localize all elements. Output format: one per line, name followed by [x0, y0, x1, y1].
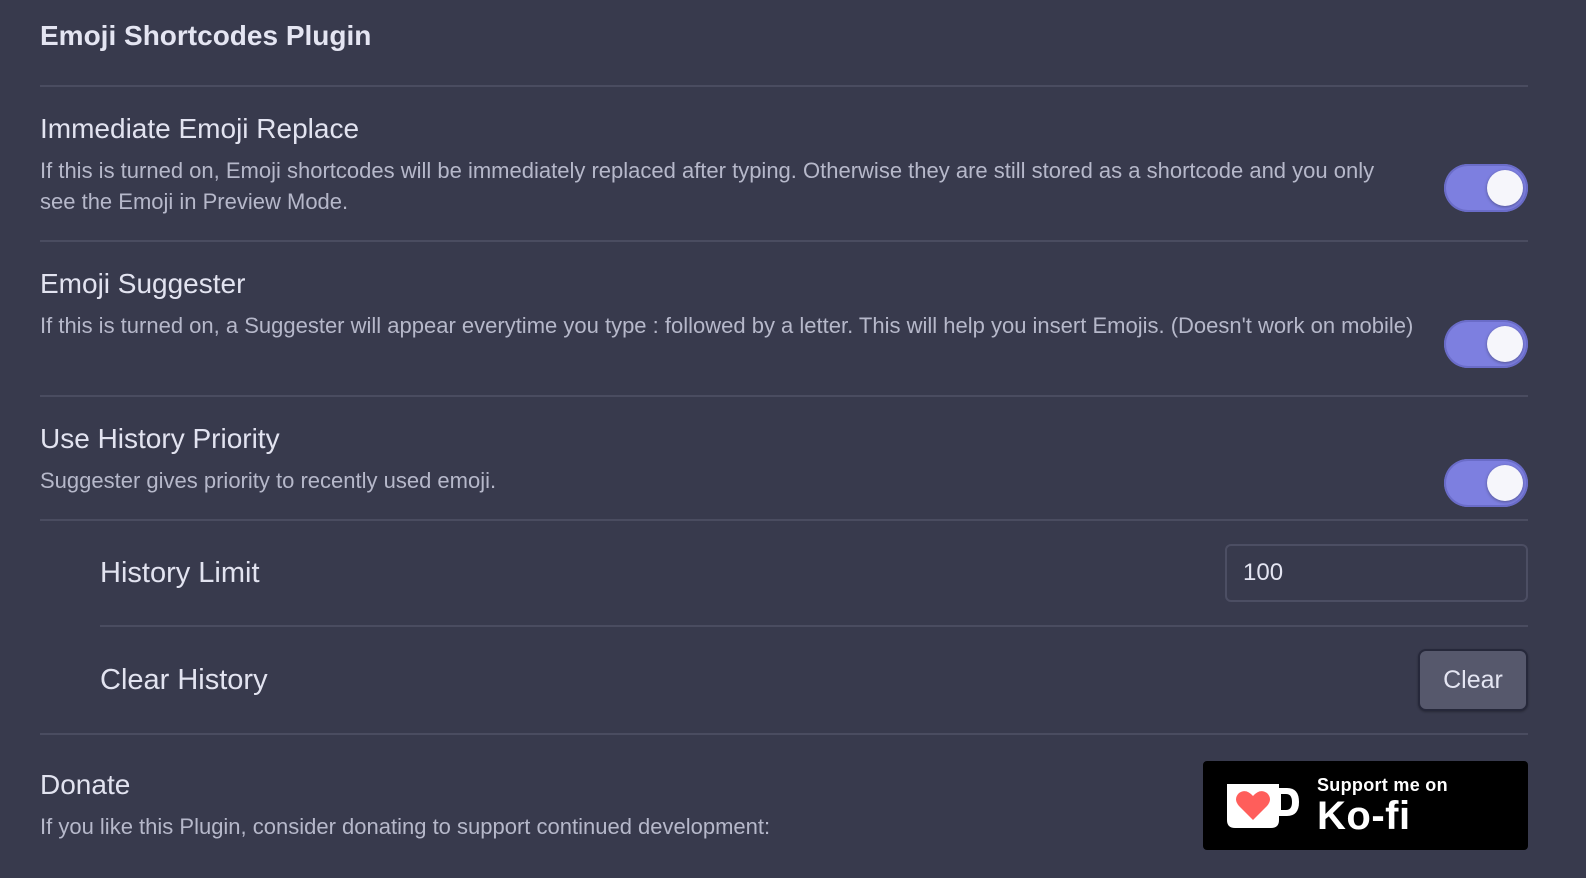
subsettings-indent: History Limit Clear History Clear — [40, 521, 1528, 733]
setting-name: Immediate Emoji Replace — [40, 113, 360, 144]
setting-use-history-priority: Use History Priority Suggester gives pri… — [40, 397, 1528, 521]
setting-clear-history: Clear History Clear — [100, 627, 1528, 733]
history-subsettings: History Limit Clear History Clear — [40, 521, 1528, 735]
setting-control — [1444, 459, 1528, 507]
setting-name: Use History Priority — [40, 423, 280, 454]
setting-name: Clear History — [100, 663, 268, 696]
setting-name: Donate — [40, 769, 131, 800]
setting-description: Suggester gives priority to recently use… — [40, 468, 497, 493]
suggester-toggle[interactable] — [1444, 320, 1528, 368]
settings-page: Emoji Shortcodes Plugin Immediate Emoji … — [0, 0, 1586, 878]
setting-info: Immediate Emoji Replace If this is turne… — [40, 113, 1444, 217]
immediate-replace-toggle[interactable] — [1444, 164, 1528, 212]
kofi-support-button[interactable]: Support me on Ko-fi — [1203, 761, 1528, 850]
clear-history-button[interactable]: Clear — [1418, 649, 1528, 711]
setting-history-limit: History Limit — [100, 521, 1528, 627]
setting-info: Donate If you like this Plugin, consider… — [40, 769, 1203, 842]
setting-name: Emoji Suggester — [40, 268, 246, 299]
setting-emoji-suggester: Emoji Suggester If this is turned on, a … — [40, 242, 1528, 397]
setting-control: Support me on Ko-fi — [1203, 761, 1528, 850]
setting-name: History Limit — [100, 556, 260, 589]
setting-donate: Donate If you like this Plugin, consider… — [40, 735, 1528, 875]
setting-description: If this is turned on, Emoji shortcodes w… — [40, 158, 1375, 214]
toggle-knob — [1487, 326, 1523, 362]
setting-info: Use History Priority Suggester gives pri… — [40, 423, 1444, 496]
page-title: Emoji Shortcodes Plugin — [40, 0, 1528, 87]
toggle-knob — [1487, 465, 1523, 501]
setting-control — [1444, 164, 1528, 212]
kofi-big-text: Ko-fi — [1317, 793, 1411, 838]
history-priority-toggle[interactable] — [1444, 459, 1528, 507]
setting-description: If you like this Plugin, consider donati… — [40, 814, 771, 839]
setting-description: If this is turned on, a Suggester will a… — [40, 313, 1414, 338]
setting-info: Emoji Suggester If this is turned on, a … — [40, 268, 1444, 341]
setting-immediate-emoji-replace: Immediate Emoji Replace If this is turne… — [40, 87, 1528, 242]
toggle-knob — [1487, 170, 1523, 206]
kofi-cup-heart-icon — [1227, 783, 1299, 828]
history-limit-input[interactable] — [1225, 544, 1528, 602]
kofi-text: Support me on Ko-fi — [1317, 775, 1448, 837]
kofi-small-text: Support me on — [1317, 774, 1448, 795]
setting-control — [1444, 320, 1528, 368]
